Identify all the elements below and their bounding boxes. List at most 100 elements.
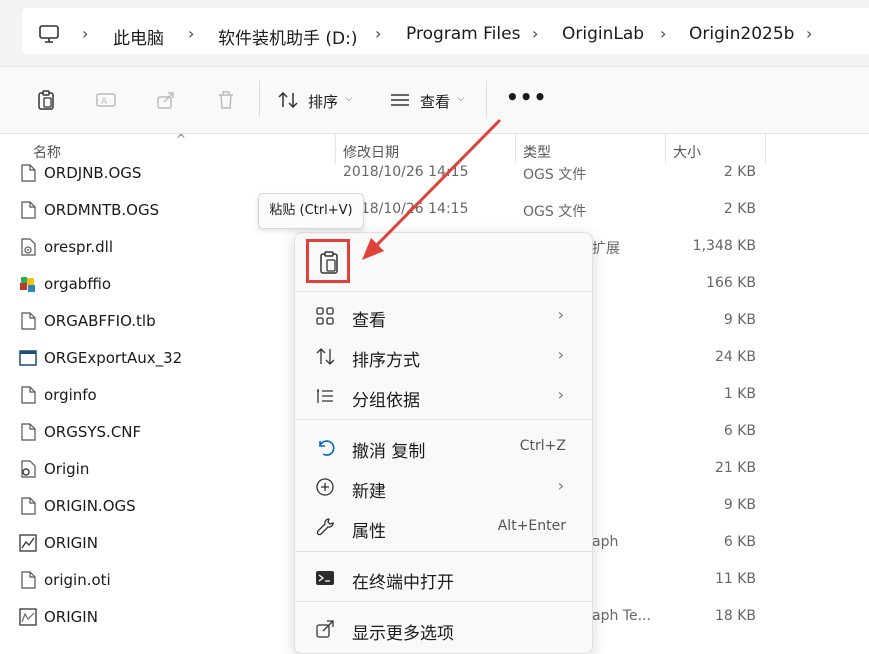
chevron-right-icon: › [557, 385, 564, 404]
file-name: ORDMNTB.OGS [44, 201, 160, 219]
file-name: ORGABFFIO.tlb [44, 312, 156, 330]
menu-item-label: 属性 [352, 522, 386, 542]
grid-icon [316, 307, 334, 325]
menu-item[interactable]: 属性 Alt+Enter [299, 508, 588, 546]
app-color-icon [20, 277, 35, 292]
menu-divider [295, 601, 592, 602]
menu-divider [295, 291, 592, 292]
breadcrumb-program-files[interactable]: Program Files [406, 24, 520, 44]
rename-icon[interactable]: A [95, 89, 117, 111]
file-size: 166 KB [706, 275, 756, 291]
file-size: 6 KB [723, 423, 756, 439]
menu-item[interactable]: 分组依据 › [299, 377, 588, 415]
menu-item[interactable]: 新建 › [299, 468, 588, 506]
svg-text:A: A [101, 97, 108, 107]
share-icon [316, 620, 334, 638]
file-size: 11 KB [714, 571, 756, 587]
address-bar: › 此电脑 › 软件装机助手 (D:) › Program Files › Or… [0, 0, 869, 67]
paste-icon[interactable] [35, 89, 57, 111]
menu-divider [295, 551, 592, 552]
file-icon [21, 423, 36, 441]
this-pc-icon[interactable] [38, 23, 60, 45]
file-type: 扩展 [592, 241, 620, 257]
file-icon [21, 312, 36, 330]
chevron-right-icon[interactable]: › [806, 24, 812, 43]
file-name: ORGExportAux_32 [44, 349, 183, 367]
file-row[interactable]: ORDMNTB.OGS 2018/10/26 14:15 OGS 文件 2 KB [0, 192, 869, 229]
chevron-right-icon: › [557, 305, 564, 324]
graph-template-icon [19, 608, 37, 626]
chevron-right-icon[interactable]: › [82, 24, 88, 43]
breadcrumb-drive-d[interactable]: 软件装机助手 (D:) [218, 24, 358, 49]
file-name: ORIGIN [44, 534, 98, 552]
file-name: Origin [44, 460, 90, 478]
chevron-down-icon[interactable]: ⌵ [345, 93, 353, 104]
file-size: 1 KB [723, 386, 756, 402]
sort-button[interactable]: 排序 [308, 91, 338, 112]
file-type: aph Te... [592, 608, 651, 624]
menu-divider [295, 419, 592, 420]
chevron-right-icon[interactable]: › [375, 24, 381, 43]
file-name: orespr.dll [44, 238, 113, 256]
context-menu: 查看 › 排序方式 › 分组依据 › 撤消 复制 Ctrl+Z 新建 › 属性 Alt+Enter 在终… [294, 232, 593, 654]
file-type: OGS 文件 [523, 204, 587, 220]
file-size: 9 KB [723, 497, 756, 513]
highlight-box [306, 239, 350, 283]
file-type: OGS 文件 [523, 167, 587, 183]
file-icon [21, 164, 36, 182]
breadcrumb-originlab[interactable]: OriginLab [562, 24, 644, 44]
file-type: aph [592, 534, 619, 550]
chevron-right-icon[interactable]: › [188, 24, 194, 43]
paste-tooltip: 粘贴 (Ctrl+V) [258, 193, 364, 229]
sort-icon[interactable] [277, 89, 299, 111]
chevron-right-icon: › [557, 345, 564, 364]
group-icon [317, 389, 333, 403]
file-name: ORDJNB.OGS [44, 164, 142, 182]
file-size: 9 KB [723, 312, 756, 328]
chevron-right-icon[interactable]: › [660, 24, 666, 43]
menu-item-shortcut: Alt+Enter [497, 518, 566, 534]
chevron-right-icon: › [557, 476, 564, 495]
window-app-icon [19, 350, 37, 366]
sort-icon [316, 348, 335, 365]
view-button[interactable]: 查看 [420, 91, 450, 112]
menu-item-shortcut: Ctrl+Z [519, 438, 566, 454]
delete-icon[interactable] [215, 89, 237, 111]
menu-item[interactable]: 撤消 复制 Ctrl+Z [299, 428, 588, 466]
breadcrumb-this-pc[interactable]: 此电脑 [113, 24, 164, 49]
file-size: 2 KB [723, 201, 756, 217]
file-name: ORIGIN [44, 608, 98, 626]
file-size: 24 KB [714, 349, 756, 365]
dll-icon [21, 238, 36, 256]
menu-item-label: 排序方式 [352, 351, 420, 371]
terminal-icon [316, 571, 334, 585]
share-icon[interactable] [155, 89, 177, 111]
undo-icon [319, 440, 335, 456]
menu-item[interactable]: 查看 › [299, 297, 588, 335]
menu-item-label: 分组依据 [352, 391, 420, 411]
file-icon [21, 201, 36, 219]
file-size: 21 KB [714, 460, 756, 476]
more-options-button[interactable]: ••• [506, 85, 547, 109]
wrench-icon [316, 518, 334, 536]
file-size: 1,348 KB [692, 238, 756, 254]
menu-item-label: 在终端中打开 [352, 573, 454, 593]
sort-ascending-icon: ^ [176, 132, 187, 146]
menu-item-label: 撤消 复制 [352, 442, 426, 462]
view-icon[interactable] [389, 89, 411, 111]
menu-item[interactable]: 排序方式 › [299, 337, 588, 375]
menu-item[interactable]: 在终端中打开 [299, 559, 588, 597]
chevron-right-icon[interactable]: › [532, 24, 538, 43]
file-row[interactable]: ORDJNB.OGS 2018/10/26 14:15 OGS 文件 2 KB [0, 155, 869, 192]
breadcrumb-origin2025b[interactable]: Origin2025b [689, 24, 794, 44]
menu-item-label: 显示更多选项 [352, 624, 454, 644]
file-name: orginfo [44, 386, 97, 404]
file-size: 18 KB [714, 608, 756, 624]
plus-circle-icon [316, 478, 334, 496]
menu-item[interactable]: 显示更多选项 [299, 610, 588, 648]
chevron-down-icon[interactable]: ⌵ [457, 93, 465, 104]
file-icon [21, 571, 36, 589]
file-size: 6 KB [723, 534, 756, 550]
command-bar: A 排序 ⌵ 查看 ⌵ ••• [0, 67, 869, 134]
file-name: origin.oti [44, 571, 111, 589]
